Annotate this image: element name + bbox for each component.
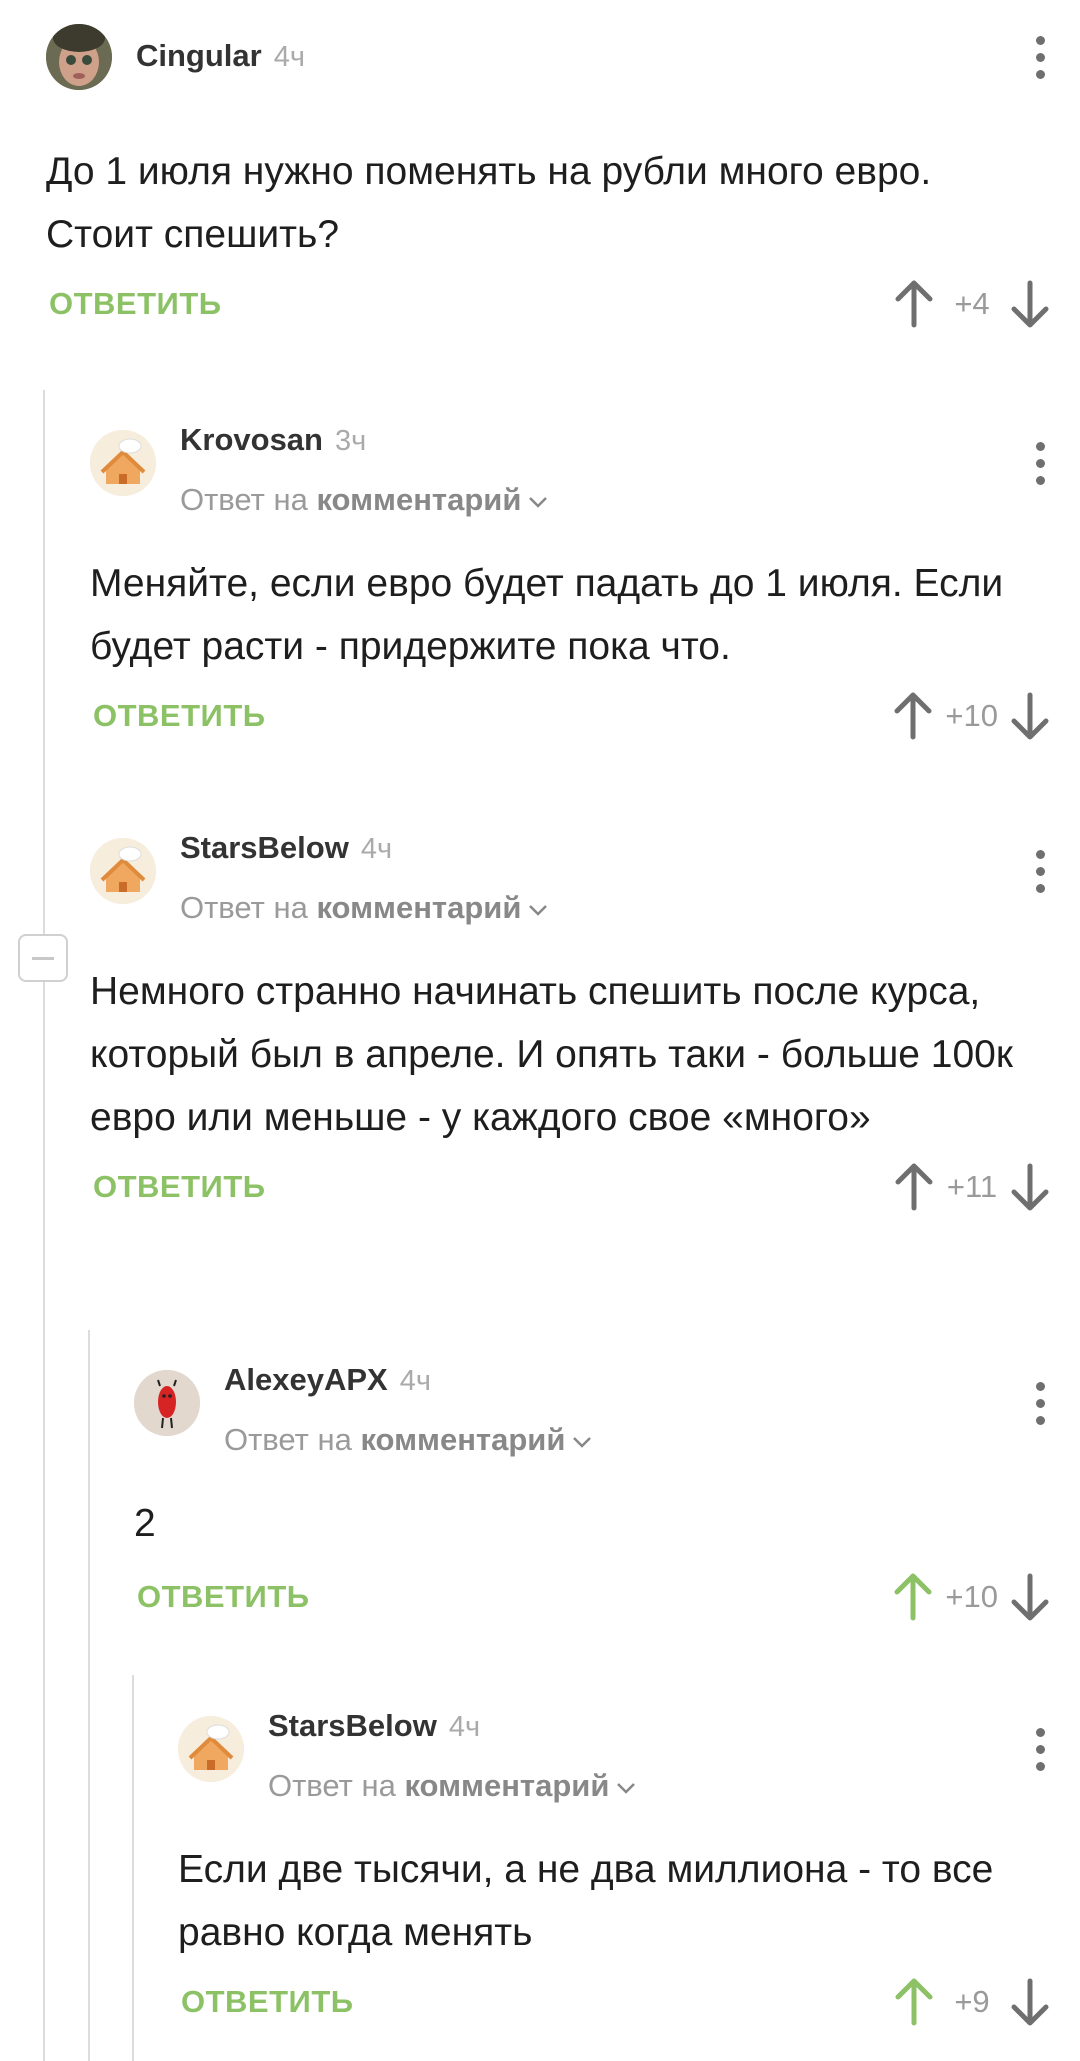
collapse-thread-button[interactable]	[18, 934, 68, 982]
comment-text: Меняйте, если евро будет падать до 1 июл…	[90, 562, 1004, 668]
avatar[interactable]	[90, 838, 156, 904]
reply-button[interactable]: ОТВЕТИТЬ	[93, 1169, 266, 1205]
chevron-down-icon	[617, 1782, 636, 1794]
vote-count: +11	[946, 1169, 998, 1204]
vote-count: +4	[954, 286, 990, 321]
comment-starsbelow: StarsBelow 4ч Ответ на комментарий Немног…	[90, 830, 1080, 1229]
reply-button[interactable]: ОТВЕТИТЬ	[93, 698, 266, 734]
downvote-arrow-icon[interactable]	[1010, 1162, 1050, 1212]
reply-to-link[interactable]: Ответ на комментарий	[180, 890, 549, 926]
downvote-arrow-icon[interactable]	[1010, 1977, 1050, 2027]
red-character-avatar-icon	[134, 1370, 200, 1436]
comment-krovosan: Krovosan 3ч Ответ на комментарий Меняйте,…	[90, 422, 1080, 758]
downvote-arrow-icon[interactable]	[1010, 691, 1050, 741]
comment-starsbelow-reply: StarsBelow 4ч Ответ на комментарий Если д…	[178, 1708, 1080, 2044]
comment-text: Немного странно начинать спешить после к…	[90, 970, 1013, 1139]
comment-time: 4ч	[273, 41, 305, 73]
upvote-arrow-icon[interactable]	[894, 1162, 934, 1212]
thread-line-level-1	[43, 390, 45, 2061]
thread-line-level-2	[88, 1330, 90, 2061]
house-avatar-icon	[90, 838, 156, 904]
vote-count: +10	[945, 1579, 998, 1614]
author-name[interactable]: Cingular 4ч	[136, 38, 305, 74]
chevron-down-icon	[529, 496, 548, 508]
more-options-icon[interactable]	[1034, 1382, 1046, 1426]
house-avatar-icon	[178, 1716, 244, 1782]
reply-button[interactable]: ОТВЕТИТЬ	[137, 1579, 310, 1615]
house-avatar-icon	[90, 430, 156, 496]
upvote-arrow-icon[interactable]	[893, 691, 933, 741]
comment-time: 4ч	[399, 1365, 431, 1397]
avatar[interactable]	[90, 430, 156, 496]
reply-to-link[interactable]: Ответ на комментарий	[224, 1422, 593, 1458]
comment-cingular: Cingular 4ч До 1 июля нужно поменять на р…	[46, 24, 1080, 346]
author-name[interactable]: StarsBelow 4ч	[180, 830, 392, 866]
author-name[interactable]: Krovosan 3ч	[180, 422, 366, 458]
avatar[interactable]	[134, 1370, 200, 1436]
reply-to-link[interactable]: Ответ на комментарий	[268, 1768, 637, 1804]
more-options-icon[interactable]	[1034, 850, 1046, 894]
comment-alexeyapx: AlexeyAPX 4ч Ответ на комментарий 2 ОТВЕТ…	[134, 1362, 1080, 1639]
reply-button[interactable]: ОТВЕТИТЬ	[181, 1984, 354, 2020]
thread-line-level-3	[132, 1675, 134, 2061]
comment-time: 4ч	[448, 1711, 481, 1743]
more-options-icon[interactable]	[1034, 36, 1046, 80]
upvote-arrow-icon[interactable]	[894, 279, 934, 329]
comment-time: 4ч	[360, 833, 393, 865]
vote-count: +9	[954, 1984, 990, 2019]
reply-to-link[interactable]: Ответ на комментарий	[180, 482, 549, 518]
author-name[interactable]: StarsBelow 4ч	[268, 1708, 480, 1744]
vote-count: +10	[945, 698, 998, 733]
downvote-arrow-icon[interactable]	[1010, 279, 1050, 329]
author-name[interactable]: AlexeyAPX 4ч	[224, 1362, 431, 1398]
upvote-arrow-icon[interactable]	[894, 1977, 934, 2027]
avatar[interactable]	[46, 24, 112, 90]
comment-text: Если две тысячи, а не два миллиона - то …	[178, 1848, 994, 1954]
more-options-icon[interactable]	[1034, 442, 1046, 486]
photo-avatar-icon	[46, 24, 112, 90]
avatar[interactable]	[178, 1716, 244, 1782]
chevron-down-icon	[529, 904, 548, 916]
more-options-icon[interactable]	[1034, 1728, 1046, 1772]
comment-text: До 1 июля нужно поменять на рубли много …	[46, 150, 932, 256]
comment-text: 2	[134, 1502, 156, 1545]
downvote-arrow-icon[interactable]	[1010, 1572, 1050, 1622]
comment-time: 3ч	[334, 425, 367, 457]
reply-button[interactable]: ОТВЕТИТЬ	[49, 286, 222, 322]
chevron-down-icon	[573, 1436, 592, 1448]
upvote-arrow-icon[interactable]	[893, 1572, 933, 1622]
